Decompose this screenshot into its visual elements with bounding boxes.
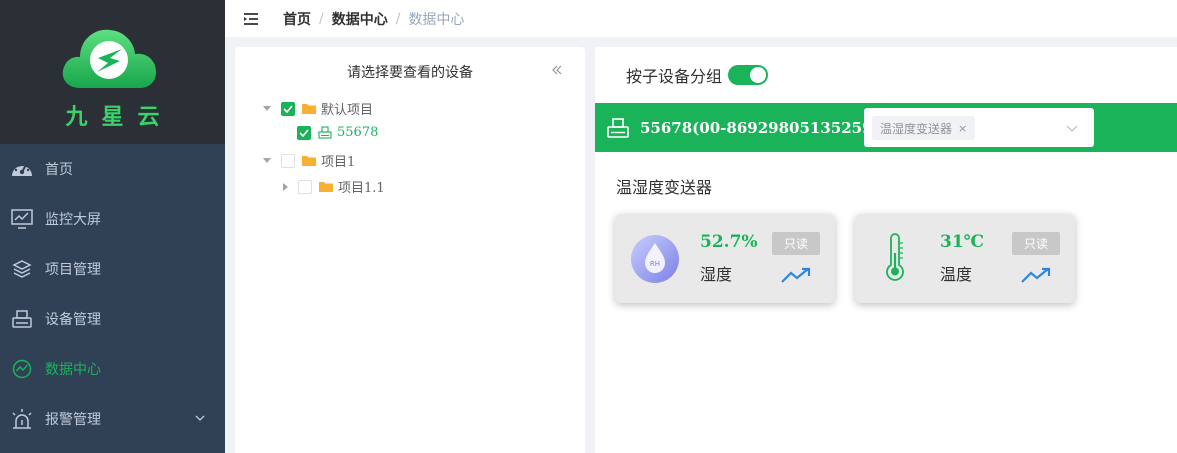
svg-text:RH: RH	[650, 260, 660, 268]
device-icon	[318, 126, 332, 139]
breadcrumb-separator: /	[395, 10, 401, 27]
sidebar-item-monitor[interactable]: 监控大屏	[0, 194, 225, 244]
sidebar: 九星云 首页 监控大屏 项目管理 设备管理 数据中心 报警管理	[0, 0, 225, 453]
menu-fold-icon[interactable]	[243, 12, 259, 26]
sidebar-item-label: 数据中心	[45, 362, 101, 378]
expand-arrow-icon[interactable]	[283, 182, 288, 191]
sub-device-select[interactable]: 温湿度变送器 ×	[864, 108, 1094, 147]
breadcrumb-separator: /	[319, 10, 324, 27]
sidebar-item-label: 项目管理	[45, 262, 101, 278]
sidebar-item-label: 设备管理	[45, 312, 101, 328]
folder-icon	[302, 156, 316, 166]
tree-node-label: 项目1	[321, 155, 356, 170]
tree-checkbox[interactable]	[298, 179, 312, 194]
tree-node-default-project[interactable]: 默认项目	[263, 99, 373, 118]
alarm-icon	[10, 407, 34, 431]
sidebar-item-devices[interactable]: 设备管理	[0, 294, 225, 344]
device-icon	[607, 117, 629, 138]
chart-icon	[10, 357, 34, 381]
breadcrumb-item-data-center[interactable]: 数据中心	[332, 9, 388, 29]
section-title: 温湿度变送器	[616, 178, 713, 197]
select-tag: 温湿度变送器 ×	[872, 116, 976, 140]
monitor-icon	[10, 207, 34, 231]
tag-close-icon[interactable]: ×	[958, 122, 967, 135]
sidebar-item-label: 首页	[45, 162, 73, 178]
expand-arrow-icon[interactable]	[263, 106, 271, 111]
switch-knob	[750, 67, 767, 83]
sidebar-item-projects[interactable]: 项目管理	[0, 244, 225, 294]
group-toggle: 按子设备分组	[626, 63, 769, 87]
tree-checkbox[interactable]	[297, 125, 311, 140]
sidebar-item-label: 监控大屏	[45, 212, 101, 228]
sensor-value: 31℃	[940, 232, 985, 252]
folder-icon	[319, 182, 333, 192]
sensor-label: 温度	[940, 265, 973, 284]
device-data-panel: 按子设备分组 55678(00-869298051352599) 温湿度变送器 …	[595, 47, 1177, 453]
dashboard-icon	[10, 157, 34, 181]
sensor-value: 52.7%	[700, 232, 758, 252]
layers-icon	[10, 257, 34, 281]
chevron-down-icon[interactable]	[1066, 122, 1078, 134]
sidebar-item-data-center[interactable]: 数据中心	[0, 344, 225, 394]
group-switch[interactable]	[728, 65, 769, 85]
breadcrumb-item-current: 数据中心	[408, 11, 465, 28]
collapse-panel-icon[interactable]	[551, 64, 563, 80]
trend-up-icon[interactable]	[780, 266, 812, 284]
logo-text: 九星云	[65, 105, 174, 130]
tree-node-label: 默认项目	[321, 103, 374, 118]
tree-node-label: 项目1.1	[338, 181, 385, 196]
expand-arrow-icon[interactable]	[263, 158, 271, 163]
device-name: 55678(00-869298051352599)	[640, 118, 891, 137]
device-tree-panel: 请选择要查看的设备 默认项目 55678 项目1 项目1.1	[235, 47, 585, 453]
tree-checkbox[interactable]	[281, 101, 295, 116]
trend-up-icon[interactable]	[1020, 266, 1052, 284]
tree-node-project1[interactable]: 项目1	[263, 151, 355, 170]
device-icon	[10, 307, 34, 331]
sidebar-item-alarms[interactable]: 报警管理	[0, 394, 225, 444]
tree-checkbox[interactable]	[281, 153, 295, 168]
tree-node-label: 55678	[337, 125, 379, 140]
sensor-card-temperature: 31℃ 温度 只读	[855, 214, 1075, 303]
readonly-badge: 只读	[772, 232, 820, 255]
readonly-badge: 只读	[1012, 232, 1060, 255]
topbar: 首页 / 数据中心 / 数据中心	[225, 0, 1177, 37]
sensor-label: 湿度	[700, 265, 733, 284]
sidebar-item-label: 报警管理	[45, 412, 101, 428]
logo-cloud-icon	[62, 29, 157, 88]
tree-node-project1-1[interactable]: 项目1.1	[283, 177, 385, 196]
sidebar-item-home[interactable]: 首页	[0, 144, 225, 194]
humidity-icon: RH	[631, 235, 679, 283]
select-tag-label: 温湿度变送器	[880, 121, 953, 136]
breadcrumb-item-home[interactable]: 首页	[283, 9, 311, 29]
group-toggle-label: 按子设备分组	[626, 67, 723, 86]
chevron-down-icon	[195, 415, 205, 421]
sensor-card-humidity: RH 52.7% 湿度 只读	[615, 214, 835, 303]
tree-title: 请选择要查看的设备	[347, 65, 473, 81]
folder-icon	[302, 104, 316, 114]
device-header-bar: 55678(00-869298051352599) 温湿度变送器 ×	[595, 103, 1177, 152]
breadcrumb: 首页 / 数据中心 / 数据中心	[283, 9, 464, 29]
tree-node-device[interactable]: 55678	[297, 125, 378, 140]
logo: 九星云	[0, 0, 225, 144]
thermometer-icon	[886, 233, 904, 281]
